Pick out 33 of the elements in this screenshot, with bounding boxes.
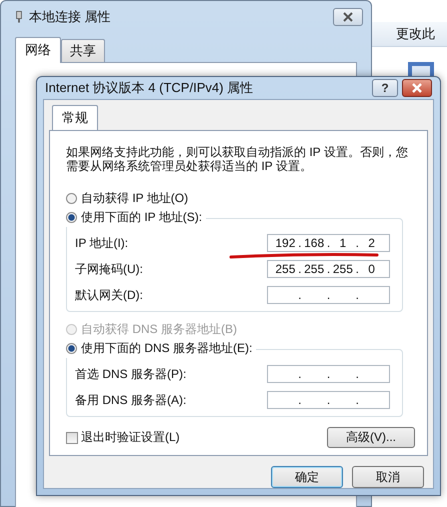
tab[interactable]: 共享 [61,39,105,62]
advanced-button[interactable]: 高级(V)... [327,427,415,448]
plug-icon [15,10,23,24]
radio-icon[interactable] [66,212,77,223]
ip-address-field[interactable]: . . . [267,391,390,409]
radio-option[interactable]: 使用下面的 IP 地址(S): [66,208,206,227]
ip-address-field[interactable]: 192 . 168 . 1 . 2 [267,234,390,252]
validate-checkbox[interactable]: 退出时验证设置(L) [66,429,180,446]
close-button[interactable] [333,8,363,26]
tab[interactable]: 网络 [15,37,61,63]
field-label: 备用 DNS 服务器(A): [75,392,186,408]
field-label: 首选 DNS 服务器(P): [75,366,186,382]
description-text: 如果网络支持此功能，则可以获取自动指派的 IP 设置。否则，您需要从网络系统管理员处获得适当的 IP 设置。 [66,145,409,173]
ip-address-field[interactable]: . . . [267,286,390,304]
help-button[interactable]: ? [372,79,398,97]
ip-address-field[interactable]: . . . [267,365,390,383]
toolbar-text[interactable]: 更改此 [396,25,435,43]
field-label: 子网掩码(U): [75,260,143,278]
close-icon [412,83,422,93]
radio-option[interactable]: 使用下面的 DNS 服务器地址(E): [66,339,256,358]
close-button[interactable] [402,79,432,97]
ip-address-field[interactable]: 255 . 255 . 255 . 0 [267,260,390,278]
tab[interactable]: 常规 [52,105,98,131]
cancel-button[interactable]: 取消 [352,466,424,488]
radio-icon[interactable] [66,193,77,204]
window-title: 本地连接 属性 [29,8,111,26]
ok-button[interactable]: 确定 [271,466,343,488]
close-icon [343,12,353,22]
radio-icon[interactable] [66,343,77,354]
field-label: 默认网关(D): [75,286,143,304]
field-label: IP 地址(I): [75,234,128,252]
dialog-title: Internet 协议版本 4 (TCP/IPv4) 属性 [45,79,254,97]
checkbox-icon[interactable] [66,432,78,444]
